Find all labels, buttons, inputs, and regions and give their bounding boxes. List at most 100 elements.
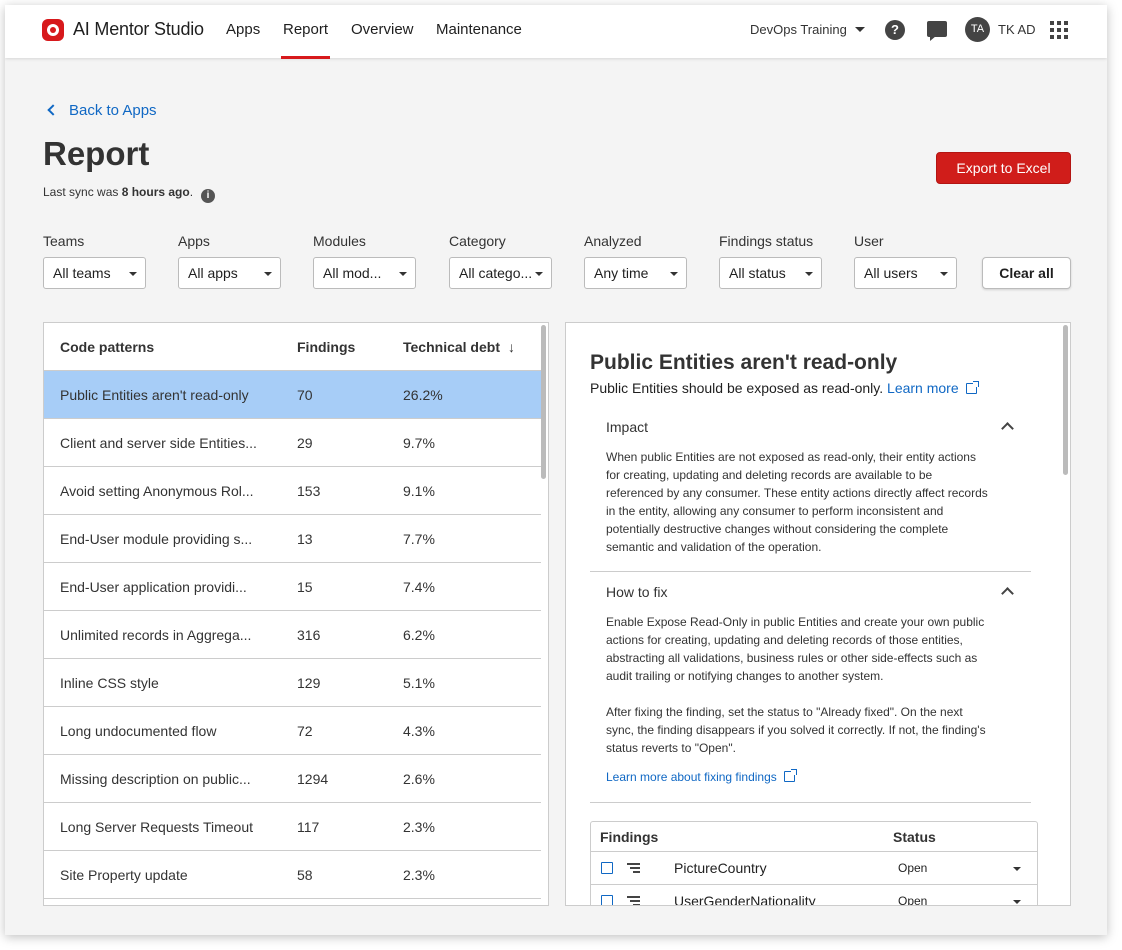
table-row[interactable]: Missing description on public... 1294 2.6% <box>44 755 541 803</box>
table-header: Code patterns Findings Technical debt ↓ <box>44 323 541 371</box>
nav-apps[interactable]: Apps <box>226 21 260 38</box>
tenant-selector[interactable]: DevOps Training <box>750 22 865 37</box>
sync-status: Last sync was 8 hours ago. i <box>43 185 216 203</box>
finding-status-select[interactable]: Open <box>898 861 927 875</box>
username[interactable]: TK AD <box>998 22 1036 37</box>
chevron-up-icon[interactable] <box>1001 587 1014 600</box>
back-to-apps-link[interactable]: Back to Apps <box>47 102 157 119</box>
help-icon[interactable]: ? <box>885 20 905 40</box>
filter-modules: Modules All mod... <box>313 233 416 289</box>
learn-more-fixing-link[interactable]: Learn more about fixing findings <box>606 769 797 784</box>
findings-cell: 70 <box>297 387 313 403</box>
select-value: All teams <box>53 265 111 281</box>
findings-status-select[interactable]: All status <box>719 257 822 289</box>
pattern-cell: Unlimited records in Aggrega... <box>60 627 252 643</box>
text-line: actions for creating, updating and delet… <box>606 633 963 647</box>
findings-column: Findings <box>600 829 659 845</box>
info-icon[interactable]: i <box>201 189 216 203</box>
chat-icon[interactable] <box>927 21 947 41</box>
finding-name: UserGenderNationality <box>674 893 816 906</box>
nav-overview[interactable]: Overview <box>351 21 414 38</box>
teams-select[interactable]: All teams <box>43 257 146 289</box>
text-line: in the entity, allowing any consumer to … <box>606 504 944 518</box>
table-scrollbar[interactable] <box>541 325 546 479</box>
select-value: All mod... <box>323 265 382 281</box>
table-row[interactable]: Client and server side Entities... 29 9.7% <box>44 419 541 467</box>
table-row[interactable]: Site Property update 58 2.3% <box>44 851 541 899</box>
filter-label: Apps <box>178 233 210 249</box>
nav-maintenance[interactable]: Maintenance <box>436 21 522 38</box>
modules-select[interactable]: All mod... <box>313 257 416 289</box>
column-code-patterns[interactable]: Code patterns <box>60 339 154 355</box>
sort-descending-icon: ↓ <box>507 339 515 355</box>
category-select[interactable]: All catego... <box>449 257 552 289</box>
learn-more-link[interactable]: Learn more <box>887 380 979 396</box>
findings-cell: 13 <box>297 531 313 547</box>
chevron-down-icon[interactable] <box>1013 867 1021 871</box>
pattern-cell: End-User application providi... <box>60 579 247 595</box>
text-line: status reverts to "Open". <box>606 741 736 755</box>
detail-subtitle: Public Entities should be exposed as rea… <box>590 380 979 396</box>
apps-select[interactable]: All apps <box>178 257 281 289</box>
findings-cell: 153 <box>297 483 321 499</box>
pattern-cell: Inline CSS style <box>60 675 159 691</box>
text-line: sync, the finding disappears if you solv… <box>606 723 986 737</box>
back-label: Back to Apps <box>69 102 157 119</box>
table-row[interactable]: Inline CSS style 129 5.1% <box>44 659 541 707</box>
filter-analyzed: Analyzed Any time <box>584 233 687 289</box>
impact-heading[interactable]: Impact <box>606 419 648 435</box>
debt-cell: 2.3% <box>403 867 435 883</box>
finding-status-select[interactable]: Open <box>898 894 927 905</box>
brand-name[interactable]: AI Mentor Studio <box>73 19 204 40</box>
avatar[interactable]: TA <box>965 17 990 42</box>
chevron-down-icon <box>129 272 137 276</box>
nav-report[interactable]: Report <box>280 21 331 59</box>
export-to-excel-button[interactable]: Export to Excel <box>936 152 1071 184</box>
table-row[interactable]: Public Entities aren't read-only 70 26.2% <box>44 371 541 419</box>
app-logo-icon[interactable] <box>42 19 64 41</box>
debt-cell: 6.2% <box>403 627 435 643</box>
chevron-down-icon <box>854 27 865 32</box>
debt-cell: 26.2% <box>403 387 443 403</box>
table-row[interactable]: End-User application providi... 15 7.4% <box>44 563 541 611</box>
app-grid-icon[interactable] <box>1050 21 1068 39</box>
findings-cell: 29 <box>297 435 313 451</box>
select-value: All apps <box>188 265 238 281</box>
text-line: semantic and validation of the operation… <box>606 540 822 554</box>
external-link-icon[interactable] <box>601 862 613 874</box>
table-row[interactable]: End-User module providing s... 13 7.7% <box>44 515 541 563</box>
pattern-cell: Client and server side Entities... <box>60 435 257 451</box>
subtitle-text: Public Entities should be exposed as rea… <box>590 380 884 396</box>
chevron-up-icon[interactable] <box>1001 422 1014 435</box>
clear-all-button[interactable]: Clear all <box>982 257 1071 289</box>
detail-scrollbar[interactable] <box>1063 325 1068 475</box>
external-link-icon <box>965 381 979 394</box>
table-row[interactable]: Avoid setting Anonymous Rol... 153 9.1% <box>44 467 541 515</box>
chevron-down-icon <box>805 272 813 276</box>
table-row[interactable]: Unlimited records in Aggrega... 316 6.2% <box>44 611 541 659</box>
column-findings[interactable]: Findings <box>297 339 355 355</box>
table-row[interactable]: Long Server Requests Timeout 117 2.3% <box>44 803 541 851</box>
findings-cell: 1294 <box>297 771 329 787</box>
pattern-cell: End-User module providing s... <box>60 531 253 547</box>
text-line: When public Entities are not exposed as … <box>606 450 976 464</box>
tenant-name: DevOps Training <box>750 22 847 37</box>
user-select[interactable]: All users <box>854 257 957 289</box>
chevron-down-icon[interactable] <box>1013 900 1021 904</box>
filter-label: User <box>854 233 884 249</box>
filter-teams: Teams All teams <box>43 233 146 289</box>
pattern-cell: Missing description on public... <box>60 771 251 787</box>
finding-row[interactable]: UserGenderNationality Open <box>591 885 1037 906</box>
how-to-fix-heading[interactable]: How to fix <box>606 584 667 600</box>
analyzed-select[interactable]: Any time <box>584 257 687 289</box>
select-value: All catego... <box>459 265 533 281</box>
external-link-icon[interactable] <box>601 895 613 905</box>
findings-cell: 72 <box>297 723 313 739</box>
debt-cell: 4.3% <box>403 723 435 739</box>
column-technical-debt[interactable]: Technical debt ↓ <box>403 339 515 355</box>
filter-label: Modules <box>313 233 366 249</box>
table-row[interactable]: Long undocumented flow 72 4.3% <box>44 707 541 755</box>
list-tree-icon <box>627 896 640 905</box>
finding-row[interactable]: PictureCountry Open <box>591 852 1037 885</box>
